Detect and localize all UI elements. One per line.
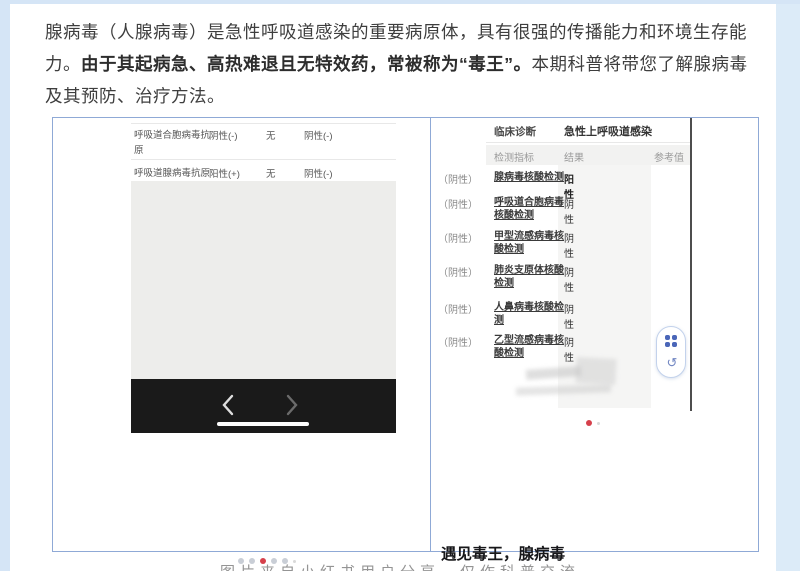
chevron-left-icon[interactable]: [219, 392, 237, 423]
report-ref: （阴性）: [438, 196, 478, 211]
right-post-screenshot: 临床诊断 急性上呼吸道感染 检测指标 结果 参考值 腺病毒核酸检测 阳性 （阴性…: [486, 118, 692, 411]
report-test-name[interactable]: 乙型流感病毒核酸检测: [494, 334, 564, 360]
test-name: 呼吸道合胞病毒抗原: [134, 128, 212, 158]
report-ref: （阴性）: [438, 171, 478, 186]
intro-paragraph: 腺病毒（人腺病毒）是急性呼吸道感染的重要病原体，具有很强的传播能力和环境生存能力…: [45, 16, 757, 112]
image-source-caption: 图片来自小红书用户分享，仅作科普交流: [0, 561, 800, 571]
report-result: 阴性: [564, 301, 574, 331]
intro-text-bold: 由于其起病急、高热难退且无特效药，常被称为“毒王”。: [81, 54, 532, 74]
watermark-smudge: [575, 357, 616, 385]
test-result: 阳性(+): [209, 166, 240, 180]
diagnosis-value: 急性上呼吸道感染: [564, 123, 652, 139]
report-ref: （阴性）: [438, 264, 478, 279]
test-ref: 阴性(-): [304, 166, 333, 180]
scrollbar[interactable]: [690, 118, 692, 411]
report-column-headers: 检测指标 结果 参考值: [486, 145, 692, 165]
carousel-dot[interactable]: [597, 422, 600, 425]
carousel-dots: [586, 420, 600, 426]
report-result: 阴性: [564, 334, 574, 364]
col-header: 结果: [564, 149, 584, 164]
test-ref: 阴性(-): [304, 128, 333, 142]
test-result: 阴性(-): [209, 128, 238, 142]
home-indicator: [217, 422, 309, 426]
app-grid-icon[interactable]: [665, 335, 677, 347]
report-test-name[interactable]: 腺病毒核酸检测: [494, 171, 564, 184]
col-header: 参考值: [654, 149, 684, 164]
report-ref: （阴性）: [438, 334, 478, 349]
report-ref: （阴性）: [438, 301, 478, 316]
divider: [131, 159, 396, 160]
article-page: 腺病毒（人腺病毒）是急性呼吸道感染的重要病原体，具有很强的传播能力和环境生存能力…: [0, 0, 800, 571]
test-flag: 无: [266, 128, 276, 142]
report-result: 阴性: [564, 264, 574, 294]
right-post-cell: 临床诊断 急性上呼吸道感染 检测指标 结果 参考值 腺病毒核酸检测 阳性 （阴性…: [431, 118, 759, 551]
floating-toolbar[interactable]: ↺: [656, 326, 686, 378]
left-post-screenshot: 呼吸道合胞病毒抗原 阴性(-) 无 阴性(-) 呼吸道腺病毒抗原 阳性(+) 无…: [131, 118, 396, 433]
report-test-name[interactable]: 肺炎支原体核酸检测: [494, 264, 564, 290]
blurred-image-area: [131, 181, 396, 379]
carousel-dot-active[interactable]: [586, 420, 592, 426]
divider: [486, 142, 692, 143]
test-flag: 无: [266, 166, 276, 180]
carousel-bar: [131, 379, 396, 433]
diagnosis-label: 临床诊断: [494, 124, 536, 139]
report-test-name[interactable]: 呼吸道合胞病毒核酸检测: [494, 196, 564, 222]
left-post-cell: 呼吸道合胞病毒抗原 阴性(-) 无 阴性(-) 呼吸道腺病毒抗原 阳性(+) 无…: [53, 118, 430, 551]
report-test-name[interactable]: 人鼻病毒核酸检测: [494, 301, 564, 327]
page-margin-left: [0, 0, 10, 571]
chevron-right-icon[interactable]: [283, 392, 301, 423]
test-name: 呼吸道腺病毒抗原: [134, 166, 212, 181]
report-ref: （阴性）: [438, 230, 478, 245]
page-margin-top: [0, 0, 800, 4]
report-result: 阴性: [564, 230, 574, 260]
col-header: 检测指标: [494, 149, 534, 164]
page-margin-right: [776, 0, 800, 571]
posts-table: 呼吸道合胞病毒抗原 阴性(-) 无 阴性(-) 呼吸道腺病毒抗原 阳性(+) 无…: [52, 117, 759, 552]
report-result: 阴性: [564, 196, 574, 226]
report-test-name[interactable]: 甲型流感病毒核酸检测: [494, 230, 564, 256]
divider: [131, 123, 396, 124]
undo-icon[interactable]: ↺: [657, 355, 687, 371]
